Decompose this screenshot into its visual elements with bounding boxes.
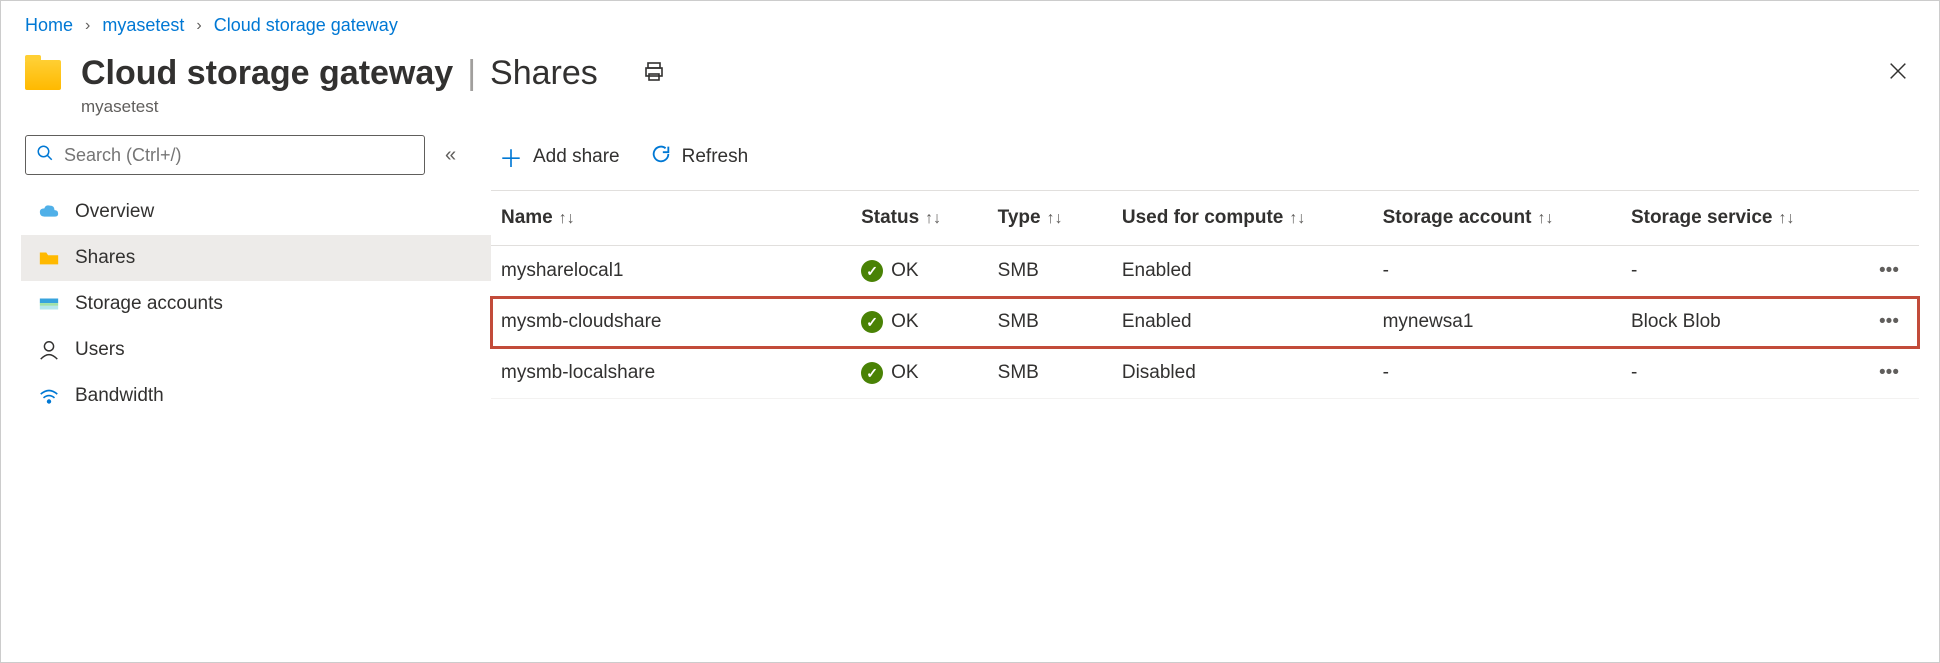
page-subtitle: myasetest — [81, 97, 666, 117]
chevron-right-icon: › — [196, 17, 201, 35]
cell-compute: Enabled — [1112, 246, 1373, 297]
plus-icon: ＋ — [499, 139, 523, 174]
wifi-icon — [37, 385, 61, 407]
sidebar-item-storage-accounts[interactable]: Storage accounts — [21, 281, 491, 327]
refresh-icon — [650, 143, 672, 171]
sidebar-item-label: Users — [75, 339, 125, 361]
search-icon — [36, 144, 54, 167]
title-separator: | — [467, 54, 476, 93]
cell-service: - — [1621, 246, 1845, 297]
cell-compute: Disabled — [1112, 348, 1373, 399]
shares-table: Name↑↓ Status↑↓ Type↑↓ Used for compute↑… — [491, 191, 1919, 399]
cell-account: mynewsa1 — [1373, 297, 1621, 348]
add-share-label: Add share — [533, 146, 620, 168]
sort-icon: ↑↓ — [1289, 210, 1305, 227]
folder-icon — [25, 60, 61, 90]
row-more-icon[interactable]: ••• — [1844, 246, 1919, 297]
sidebar-item-shares[interactable]: Shares — [21, 235, 491, 281]
main-content: ＋ Add share Refresh Name↑↓ Status↑↓ Type… — [491, 135, 1939, 419]
table-row[interactable]: mysharelocal1 ✓ OK SMB Enabled - - ••• — [491, 246, 1919, 297]
cell-name: mysharelocal1 — [491, 246, 851, 297]
search-input-wrapper[interactable] — [25, 135, 425, 175]
page-section: Shares — [490, 54, 598, 93]
cell-account: - — [1373, 246, 1621, 297]
user-icon — [37, 339, 61, 361]
sidebar-item-overview[interactable]: Overview — [21, 189, 491, 235]
check-icon: ✓ — [861, 311, 883, 333]
refresh-label: Refresh — [682, 146, 749, 168]
column-header-status[interactable]: Status↑↓ — [851, 191, 988, 246]
sort-icon: ↑↓ — [925, 210, 941, 227]
cell-compute: Enabled — [1112, 297, 1373, 348]
cell-status: OK — [891, 260, 918, 282]
chevron-right-icon: › — [85, 17, 90, 35]
cell-name: mysmb-localshare — [491, 348, 851, 399]
sort-icon: ↑↓ — [559, 210, 575, 227]
column-header-name[interactable]: Name↑↓ — [491, 191, 851, 246]
sidebar: « Overview Shares Storage accounts — [21, 135, 491, 419]
column-header-type[interactable]: Type↑↓ — [988, 191, 1112, 246]
cell-type: SMB — [988, 246, 1112, 297]
row-more-icon[interactable]: ••• — [1844, 297, 1919, 348]
sidebar-item-bandwidth[interactable]: Bandwidth — [21, 373, 491, 419]
sort-icon: ↑↓ — [1047, 210, 1063, 227]
sort-icon: ↑↓ — [1778, 210, 1794, 227]
sidebar-item-label: Bandwidth — [75, 385, 164, 407]
storage-icon — [37, 293, 61, 315]
sort-icon: ↑↓ — [1537, 210, 1553, 227]
sidebar-item-label: Overview — [75, 201, 154, 223]
cell-type: SMB — [988, 297, 1112, 348]
check-icon: ✓ — [861, 260, 883, 282]
cell-type: SMB — [988, 348, 1112, 399]
breadcrumb-blade[interactable]: Cloud storage gateway — [214, 15, 398, 36]
cell-service: Block Blob — [1621, 297, 1845, 348]
breadcrumb: Home › myasetest › Cloud storage gateway — [1, 1, 1939, 44]
cell-service: - — [1621, 348, 1845, 399]
print-icon[interactable] — [642, 54, 666, 93]
page-title: Cloud storage gateway — [81, 54, 453, 93]
column-header-service[interactable]: Storage service↑↓ — [1621, 191, 1845, 246]
sidebar-item-label: Shares — [75, 247, 135, 269]
refresh-button[interactable]: Refresh — [650, 143, 749, 171]
breadcrumb-home[interactable]: Home — [25, 15, 73, 36]
check-icon: ✓ — [861, 362, 883, 384]
page-header: Cloud storage gateway | Shares myasetest — [1, 44, 1939, 135]
cloud-icon — [37, 201, 61, 223]
row-more-icon[interactable]: ••• — [1844, 348, 1919, 399]
cell-status: OK — [891, 311, 918, 333]
table-row[interactable]: mysmb-localshare ✓ OK SMB Disabled - - ••… — [491, 348, 1919, 399]
search-input[interactable] — [64, 145, 414, 166]
folder-icon — [37, 247, 61, 269]
cell-name: mysmb-cloudshare — [491, 297, 851, 348]
column-header-account[interactable]: Storage account↑↓ — [1373, 191, 1621, 246]
breadcrumb-resource[interactable]: myasetest — [102, 15, 184, 36]
cell-status: OK — [891, 362, 918, 384]
add-share-button[interactable]: ＋ Add share — [499, 139, 620, 174]
column-header-compute[interactable]: Used for compute↑↓ — [1112, 191, 1373, 246]
cell-account: - — [1373, 348, 1621, 399]
table-row[interactable]: mysmb-cloudshare ✓ OK SMB Enabled mynewsa… — [491, 297, 1919, 348]
toolbar: ＋ Add share Refresh — [491, 135, 1919, 191]
sidebar-item-users[interactable]: Users — [21, 327, 491, 373]
sidebar-item-label: Storage accounts — [75, 293, 223, 315]
close-icon[interactable] — [1887, 60, 1909, 87]
collapse-sidebar-icon[interactable]: « — [445, 144, 456, 167]
